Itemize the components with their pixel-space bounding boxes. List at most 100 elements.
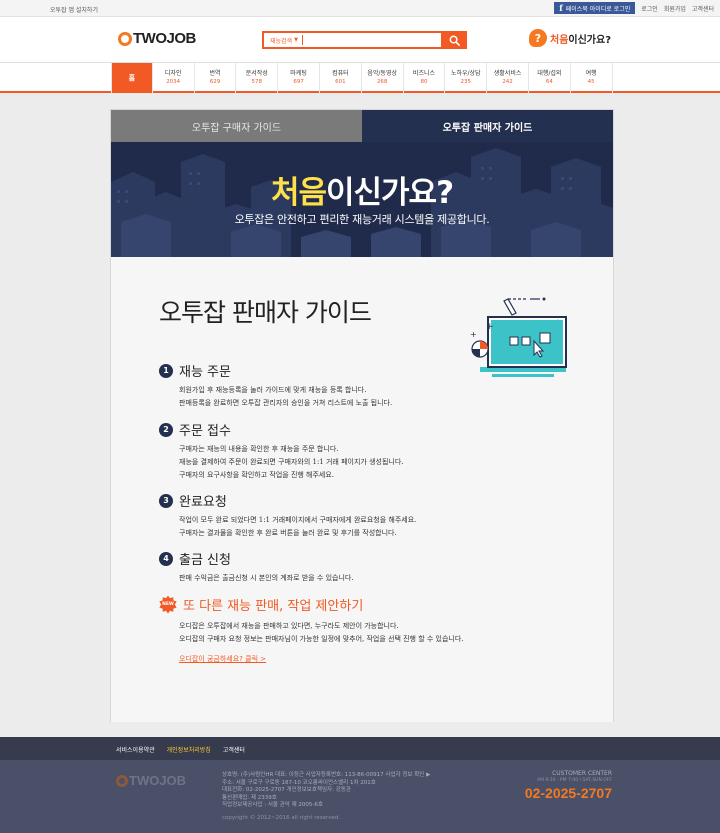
customer-center-hours: AM 9:30 - PM 7:00 / SAT,SUN OFF — [536, 778, 612, 783]
footer-terms-link[interactable]: 서비스이용약관 — [116, 745, 155, 754]
category-count: 45 — [587, 79, 595, 85]
step-line: 회원가입 후 재능등록을 눌러 가이드에 맞게 재능을 등록 합니다. — [179, 386, 367, 394]
category-document[interactable]: 문서작성 578 — [236, 63, 279, 93]
category-design[interactable]: 디자인 2034 — [153, 63, 195, 93]
search-button[interactable] — [441, 31, 467, 49]
category-count: 64 — [545, 79, 553, 85]
category-count: 2034 — [166, 79, 181, 85]
first-visit-text: 이신가요? — [568, 34, 612, 46]
category-count: 629 — [209, 79, 221, 85]
category-label: 마케팅 — [290, 70, 307, 77]
company-info-line: 상호명: (주)사람인HR 대표: 이정근 사업자등록번호: 113-86-00… — [222, 772, 431, 778]
svg-text:+: + — [486, 322, 494, 332]
customer-center-info: CUSTOMER CENTER AM 9:30 - PM 7:00 / SAT,… — [525, 770, 612, 801]
step-description: 구매자는 재능의 내용을 확인한 후 재능을 주문 합니다. 재능을 결제하여 … — [179, 443, 404, 482]
proposal-line: 오디잡은 오투잡에서 재능을 판매하고 있다면, 누구라도 제안이 가능합니다. — [179, 622, 399, 630]
step-3: 3 완료요청 작업이 모두 완료 되었다면 1:1 거래페이지에서 구매자에게 완… — [159, 491, 416, 540]
banner: 처음이신가요? 오투잡은 안전하고 편리한 재능거래 시스템을 제공합니다. — [111, 142, 613, 257]
company-info: 상호명: (주)사람인HR 대표: 이정근 사업자등록번호: 113-86-00… — [222, 772, 430, 810]
step-line: 판매 수익금은 출금신청 시 본인의 계좌로 받을 수 있습니다. — [179, 574, 354, 582]
question-bubble-icon: ? — [529, 29, 547, 47]
category-count: 235 — [460, 79, 472, 85]
facebook-login-button[interactable]: f 페이스북 아이디로 로그인 — [554, 2, 636, 14]
step-number: 1 — [159, 363, 173, 378]
category-count: 601 — [335, 79, 346, 85]
facebook-icon: f — [559, 3, 563, 13]
page-title: 오투잡 판매자 가이드 — [159, 298, 372, 327]
category-label: 문서작성 — [245, 70, 268, 77]
guide-tabs: 오투잡 구매자 가이드 오투잡 판매자 가이드 — [111, 110, 613, 142]
step-line: 작업이 모두 완료 되었다면 1:1 거래페이지에서 구매자에게 완료요청을 해… — [179, 516, 417, 524]
first-visit-highlight: 처음 — [550, 34, 569, 46]
footer-customer-center-link[interactable]: 고객센터 — [223, 745, 245, 754]
search-category-label: 재능검색 — [270, 37, 293, 45]
banner-subtitle: 오투잡은 안전하고 편리한 재능거래 시스템을 제공합니다. — [234, 213, 490, 226]
logo-text: TWOJOB — [133, 30, 196, 47]
top-bar-right: f 페이스북 아이디로 로그인 로그인 회원가입 고객센터 — [554, 2, 714, 14]
step-line: 구매자의 요구사항을 확인하고 작업을 진행 해주세요. — [179, 471, 335, 479]
category-marketing[interactable]: 마케팅 697 — [278, 63, 320, 93]
category-count: 268 — [376, 79, 388, 85]
category-count: 80 — [420, 79, 428, 85]
logo[interactable]: TWOJOB — [118, 30, 196, 47]
logo-ring-icon — [118, 31, 132, 46]
caret-down-icon: ▼ — [294, 37, 298, 43]
customer-center-label: CUSTOMER CENTER — [552, 770, 612, 777]
search-icon — [449, 35, 460, 46]
banner-title-highlight: 처음 — [270, 175, 327, 211]
category-count: 578 — [251, 79, 263, 85]
category-home[interactable]: 홈 — [111, 63, 153, 93]
new-badge-icon: NEW — [159, 595, 177, 614]
step-description: 판매 수익금은 출금신청 시 본인의 계좌로 받을 수 있습니다. — [179, 572, 354, 585]
category-agency[interactable]: 대행/섭외 64 — [529, 63, 571, 93]
login-link[interactable]: 로그인 — [641, 4, 658, 13]
category-nav: 홈 디자인 2034 번역 629 문서작성 578 마케팅 697 컴퓨터 601 음악… — [0, 62, 720, 93]
step-number: 2 — [159, 422, 173, 437]
step-description: 회원가입 후 재능등록을 눌러 가이드에 맞게 재능을 등록 합니다. 판매등록… — [179, 384, 392, 410]
category-computer[interactable]: 컴퓨터 601 — [320, 63, 362, 93]
footer-privacy-link[interactable]: 개인정보처리방침 — [167, 745, 211, 754]
step-description: 작업이 모두 완료 되었다면 1:1 거래페이지에서 구매자에게 완료요청을 해… — [179, 514, 416, 540]
step-title: 출금 신청 — [179, 553, 231, 568]
step-line: 구매자는 재능의 내용을 확인한 후 재능을 주문 합니다. — [179, 445, 339, 453]
odijob-more-link[interactable]: 오디잡이 궁금하세요? 클릭 > — [179, 654, 266, 664]
category-translation[interactable]: 번역 629 — [195, 63, 237, 93]
category-life-service[interactable]: 생활서비스 242 — [487, 63, 529, 93]
step-line: 구매자는 결과물을 확인한 후 완료 버튼을 눌러 완료 및 후기를 작성합니다… — [179, 529, 397, 537]
header: TWOJOB 재능검색 ▼ ? 처음이신가요? — [0, 17, 720, 62]
step-number: 3 — [159, 493, 173, 508]
category-label: 대행/섭외 — [537, 70, 562, 77]
category-business[interactable]: 비즈니스 80 — [404, 63, 446, 93]
category-music-video[interactable]: 음악/동영상 268 — [362, 63, 404, 93]
category-label: 컴퓨터 — [332, 70, 349, 77]
app-install-link[interactable]: 오투잡 앱 설치하기 — [50, 5, 98, 14]
logo-ring-icon — [116, 774, 128, 787]
category-label: 비즈니스 — [412, 70, 436, 77]
footer: TWOJOB 상호명: (주)사람인HR 대표: 이정근 사업자등록번호: 11… — [0, 760, 720, 833]
step-2: 2 주문 접수 구매자는 재능의 내용을 확인한 후 재능을 주문 합니다. 재능… — [159, 420, 404, 482]
seller-guide-content: 오투잡 판매자 가이드 + + 1재능 주문 회원가입 후 재능등록을 눌러 — [111, 257, 613, 722]
step-title: 완료요청 — [179, 495, 227, 510]
step-title: 재능 주문 — [179, 365, 231, 380]
tab-buyer-guide[interactable]: 오투잡 구매자 가이드 — [111, 110, 362, 142]
category-travel[interactable]: 여행 45 — [571, 63, 613, 93]
proposal-title: 또 다른 재능 판매, 작업 제안하기 — [183, 599, 364, 614]
tab-seller-guide[interactable]: 오투잡 판매자 가이드 — [362, 110, 613, 142]
first-visit-link[interactable]: ? 처음이신가요? — [529, 29, 611, 47]
facebook-login-label: 페이스북 아이디로 로그인 — [565, 5, 631, 13]
copyright: copyright © 2012~2016 all right reserved… — [222, 815, 341, 821]
category-count: 242 — [502, 79, 513, 85]
banner-title: 처음이신가요? — [111, 167, 613, 212]
search-category-select[interactable]: 재능검색 ▼ — [264, 36, 302, 45]
step-4: 4 출금 신청 판매 수익금은 출금신청 시 본인의 계좌로 받을 수 있습니다. — [159, 549, 354, 585]
top-bar: 오투잡 앱 설치하기 f 페이스북 아이디로 로그인 로그인 회원가입 고객센터 — [0, 0, 720, 17]
step-title: 주문 접수 — [179, 424, 231, 439]
customer-center-link[interactable]: 고객센터 — [692, 4, 714, 13]
signup-link[interactable]: 회원가입 — [664, 4, 686, 13]
category-knowhow[interactable]: 노하우/상담 235 — [445, 63, 488, 93]
proposal-description: 오디잡은 오투잡에서 재능을 판매하고 있다면, 누구라도 제안이 가능합니다.… — [179, 620, 464, 646]
step-line: 재능을 결제하여 주문이 완료되면 구매자와의 1:1 거래 페이지가 생성됩니… — [179, 458, 404, 466]
search-input[interactable] — [302, 33, 441, 47]
category-label: 여행 — [585, 70, 597, 77]
category-label: 생활서비스 — [493, 70, 522, 77]
